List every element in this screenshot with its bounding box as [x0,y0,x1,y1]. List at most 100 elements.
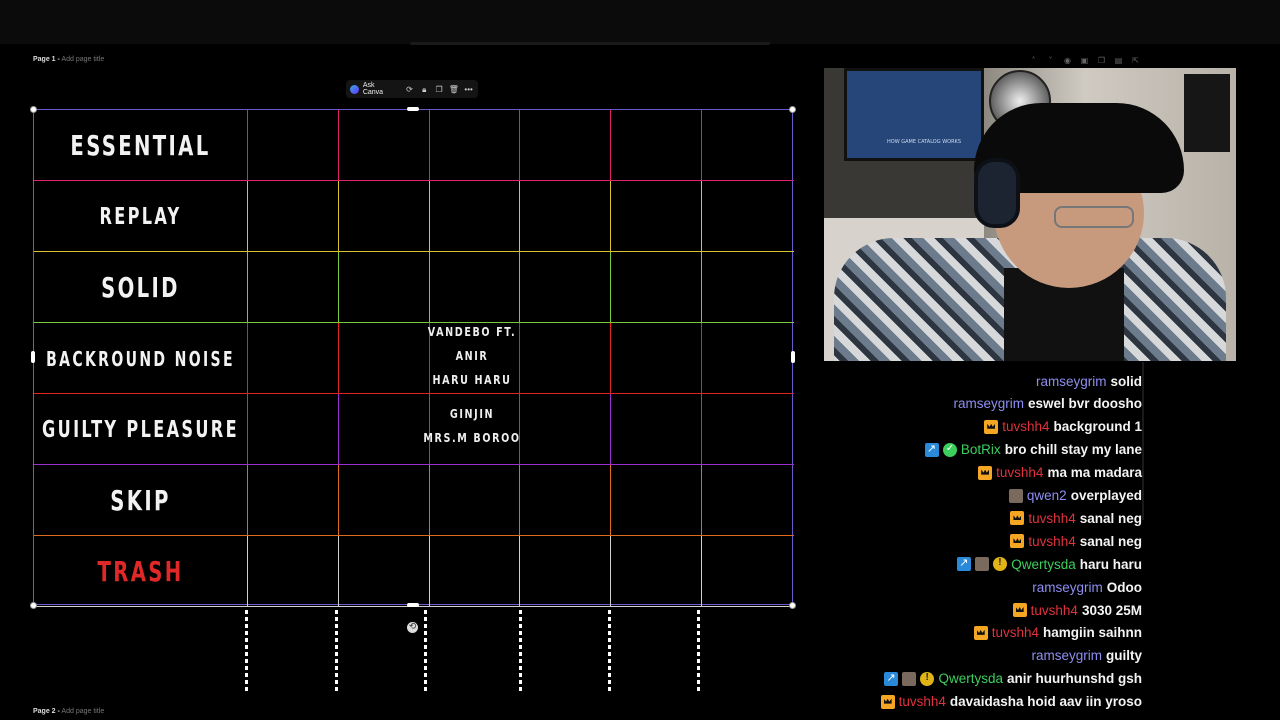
duplicate-icon[interactable]: ❐ [434,84,445,95]
crown-badge-icon [984,419,999,434]
resize-handle[interactable] [31,351,35,363]
resize-handle[interactable] [407,107,419,111]
chat-username[interactable]: qwen2 [1027,488,1067,503]
tier-column-divider [519,181,520,252]
coin-badge-icon [993,557,1008,572]
chat-message: ramseygrim eswel bvr doosho [953,393,1142,415]
crown-badge-icon [1010,534,1025,549]
chat-text: hamgiin saihnn [1042,625,1142,641]
delete-icon[interactable]: 🗑︎ [448,84,459,95]
tier-column-divider [429,181,430,252]
blue-badge-icon [957,556,972,572]
ask-canva-icon [350,84,359,94]
crown-badge-icon [973,625,988,640]
chat-username[interactable]: ramseygrim [1031,648,1102,663]
blue-badge-icon [924,442,939,457]
tier-column-divider [247,252,248,323]
webcam-feed: HOW GAME CATALOG WORKS [824,68,1236,361]
webcam-monitor: HOW GAME CATALOG WORKS [844,68,984,161]
page-1-label[interactable]: Page 1 - Add page title [33,56,104,63]
resize-handle[interactable] [30,106,37,113]
tier-column-divider [247,110,248,181]
crown-badge-icon [1012,603,1027,617]
tier-row-solid[interactable]: SOLID [34,252,794,323]
green-badge-icon [942,442,957,457]
lock-icon[interactable]: 🔒︎ [419,84,430,95]
tier-column-divider [519,252,520,323]
chat-message: ramseygrim Odoo [1032,576,1142,598]
resize-handle[interactable] [789,106,796,113]
chat-text: guilty [1106,648,1142,664]
coin-badge-icon [920,671,935,686]
crown-badge-icon [1010,511,1025,526]
chat-username[interactable]: tuvshh4 [1028,511,1075,526]
blue-badge-icon [884,671,899,686]
tier-row-replay[interactable]: REPLAY [34,181,794,252]
tier-column-divider [429,110,430,181]
chat-text: background 1 [1053,419,1142,435]
tier-column-divider [610,181,611,252]
chat-message: tuvshh4 davaidasha hoid aav iin yroso [880,691,1142,713]
avatar-badge-icon [975,557,990,572]
top-bar [0,0,1280,45]
tier-column-divider [338,110,339,181]
chat-text: eswel bvr doosho [1027,396,1142,412]
ask-canva-button[interactable]: Ask Canva [363,82,396,96]
top-bar-shade [410,42,770,45]
chat-username[interactable]: tuvshh4 [1031,603,1078,618]
crown-badge-icon [978,465,993,480]
chat-username[interactable]: BotRix [961,442,1001,457]
tier-label-replay: REPLAY [99,203,182,230]
entry-line: ANIR [455,349,489,363]
tier-column-divider [519,110,520,181]
headset-icon [974,158,1020,228]
chat-message: tuvshh4 hamgiin saihnn [973,622,1142,644]
chat-username[interactable]: tuvshh4 [996,465,1043,480]
chat-username[interactable]: tuvshh4 [899,694,946,709]
webcam-monitor-text: HOW GAME CATALOG WORKS [887,139,962,145]
chat-message: qwen2 overplayed [1008,485,1142,507]
chat-message: tuvshh4 3030 25M [1012,599,1142,621]
tier-row-essential[interactable]: ESSENTIAL [34,110,794,181]
rotate-icon[interactable]: ⟳ [404,84,415,95]
page-1-title-placeholder[interactable]: Add page title [61,56,104,63]
more-icon[interactable]: ••• [463,84,474,95]
chat-message: tuvshh4 ma ma madara [978,462,1142,484]
chat-username[interactable]: ramseygrim [1036,374,1107,389]
tier-label-solid: SOLID [101,271,180,304]
eye-icon[interactable]: ◉ [1062,55,1073,66]
chat-username[interactable]: tuvshh4 [992,625,1039,640]
entry-line: VANDEBO FT. [427,325,517,339]
avatar-badge-icon [902,671,917,686]
tier-column-divider [701,181,702,252]
chat-username[interactable]: tuvshh4 [1028,534,1075,549]
chat-username[interactable]: Qwertysda [938,671,1003,686]
avatar-badge-icon [1008,488,1023,503]
chat-message: Qwertysdaharu haru [957,553,1142,575]
chat-username[interactable]: Qwertysda [1011,557,1076,572]
tier-column-divider [701,110,702,181]
chat-text: overplayed [1070,488,1142,503]
tier-column-divider [610,110,611,181]
duplicate-icon[interactable]: ❐ [1096,55,1107,66]
tier-column-divider [610,252,611,323]
chat-message: tuvshh4 sanal neg [1010,530,1142,552]
tier-column-divider [247,181,248,252]
chevron-up-icon[interactable]: ˄ [1028,55,1039,66]
chat-message: Qwertysda anir huurhunshd gsh [884,668,1142,690]
chevron-down-icon[interactable]: ˅ [1045,55,1056,66]
resize-handle[interactable] [791,351,795,363]
chat-text: anir huurhunshd gsh [1007,671,1142,687]
chat-text: ma ma madara [1047,465,1142,481]
lock-icon[interactable]: ▣ [1079,55,1090,66]
tier-column-divider [338,181,339,252]
tier-column-divider [338,252,339,323]
chat-username[interactable]: ramseygrim [1032,580,1103,595]
trash-icon[interactable]: ▤ [1113,55,1124,66]
add-page-icon[interactable]: ⇱ [1130,55,1141,66]
chat-text: haru haru [1079,556,1142,572]
tier-label-essential: ESSENTIAL [70,129,211,162]
chat-message: tuvshh4 sanal neg [1010,507,1142,529]
chat-username[interactable]: tuvshh4 [1002,419,1049,434]
chat-username[interactable]: ramseygrim [953,396,1024,411]
